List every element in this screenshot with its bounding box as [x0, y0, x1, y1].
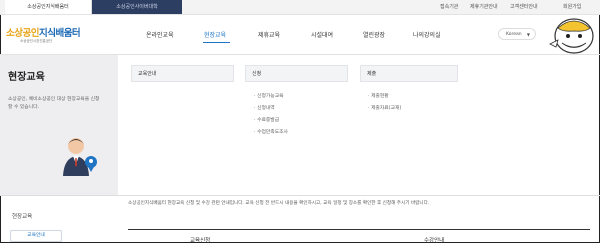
menu-bottom-divider	[0, 195, 600, 196]
site-tab-knowledge[interactable]: 소상공인지식배움터	[5, 0, 92, 14]
nav-partner[interactable]: 제휴교육	[258, 30, 280, 39]
top-bar: 소상공인지식배움터 소상공인사이버대학 접속기관 제휴기관안내 고객센터안내 회…	[0, 0, 600, 15]
chevron-down-icon: ▼	[526, 32, 530, 37]
sidebar-heading: 현장교육	[12, 214, 33, 220]
menu-item-label: 제출현황	[371, 94, 389, 99]
util-link-partner[interactable]: 제휴기관안내	[470, 0, 498, 14]
menu-col-apply[interactable]: 신청	[245, 65, 348, 82]
menu-item-label: 수업만족도조사	[257, 130, 288, 135]
menu-item-label: 제출자료(교재)	[371, 106, 402, 111]
menu-description: 소상공인, 예비소상공인 대상 현장교육을 신청할 수 있습니다.	[8, 97, 100, 110]
menu-item-certificate[interactable]: · 수료증발급	[254, 116, 279, 123]
sidebar-item-guide[interactable]: 교육안내	[10, 230, 62, 242]
site-logo[interactable]: 소상공인지식배움터	[6, 25, 81, 39]
consultant-icon	[63, 138, 97, 176]
menu-title: 현장교육	[8, 72, 45, 83]
util-link-signup[interactable]: 회원가입	[563, 0, 581, 14]
logo-subtitle: 소상공인시장진흥공단	[20, 39, 53, 43]
nav-my-classroom[interactable]: 나의강의실	[413, 30, 441, 39]
nav-active-indicator	[203, 42, 230, 43]
util-link-support[interactable]: 고객센터안내	[510, 0, 538, 14]
menu-item-label: 신청내역	[257, 106, 275, 111]
menu-col-guide[interactable]: 교육안내	[131, 65, 234, 82]
menu-item-submit-material[interactable]: · 제출자료(교재)	[368, 104, 401, 111]
logo-part2: 지식배움터	[38, 28, 81, 39]
menu-item-submit-status[interactable]: · 제출현황	[368, 92, 389, 99]
language-select[interactable]: Korean ▼	[498, 28, 536, 40]
notice-text: 소상공인지식배움터 현장교육 신청 및 수강 관련 안내입니다. 교육 신청 전…	[128, 201, 430, 206]
nav-field[interactable]: 현장교육	[204, 30, 226, 39]
menu-item-apply-history[interactable]: · 신청내역	[254, 104, 275, 111]
section-rule	[128, 229, 590, 230]
nav-open-square[interactable]: 열린광장	[363, 30, 385, 39]
util-link-access[interactable]: 접속기관	[440, 0, 458, 14]
menu-item-label: 수료증발급	[257, 118, 280, 123]
menu-item-label: 신청가능교육	[257, 94, 284, 99]
site-tab-cyber-univ[interactable]: 소상공인사이버대학	[92, 0, 182, 14]
nav-facility[interactable]: 시설대여	[311, 30, 333, 39]
menu-item-survey[interactable]: · 수업만족도조사	[254, 128, 288, 135]
mascot-icon	[549, 18, 594, 54]
logo-part1: 소상공인	[6, 28, 39, 39]
nav-online[interactable]: 온라인교육	[146, 30, 174, 39]
menu-item-apply-available[interactable]: · 신청가능교육	[254, 92, 284, 99]
menu-col-submit[interactable]: 제출	[360, 65, 458, 82]
